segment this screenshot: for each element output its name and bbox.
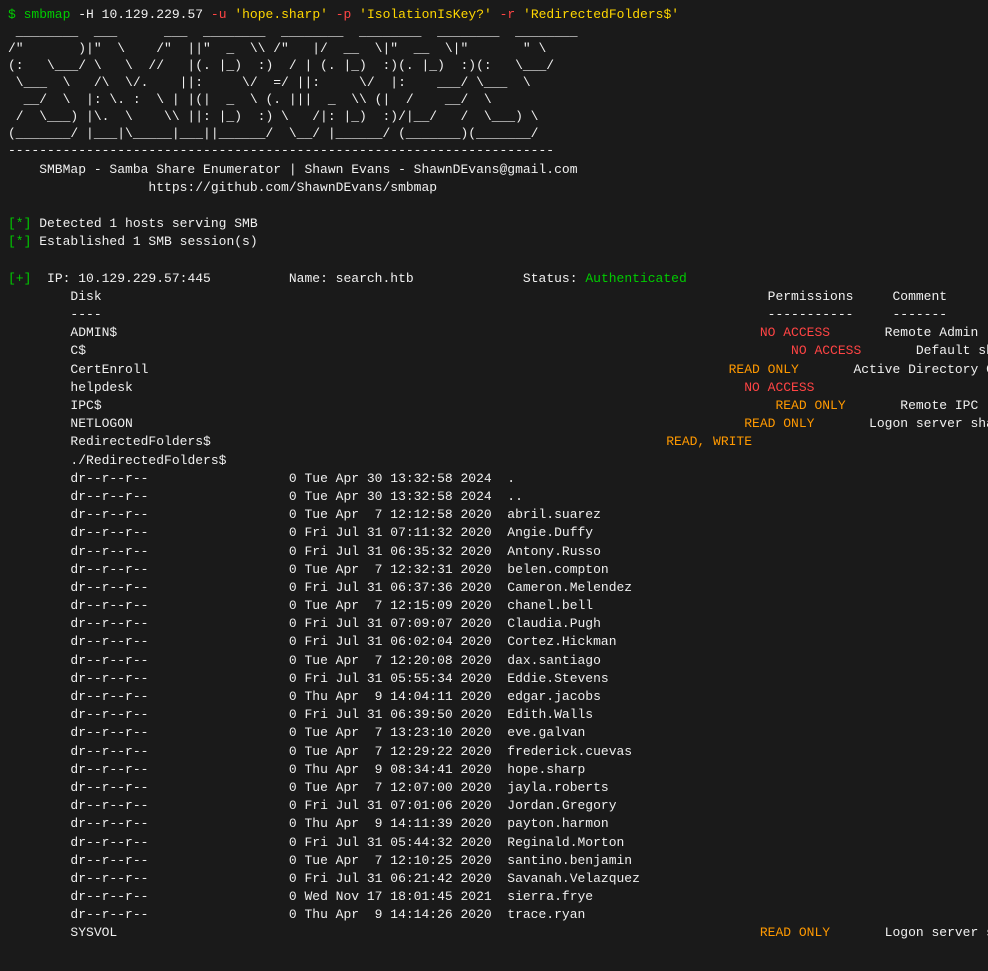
dir-entry-sierra: dr--r--r-- 0 Wed Nov 17 18:01:45 2021 si… bbox=[8, 888, 980, 906]
dir-entry-santino: dr--r--r-- 0 Tue Apr 7 12:10:25 2020 san… bbox=[8, 852, 980, 870]
dir-entry-jordan: dr--r--r-- 0 Fri Jul 31 07:01:06 2020 Jo… bbox=[8, 797, 980, 815]
share-certenroll: CertEnroll READ ONLY Active Directory Ce… bbox=[8, 361, 980, 379]
table-divider: ---- ----------- ------- bbox=[8, 306, 980, 324]
command-line: $ smbmap -H 10.129.229.57 -u 'hope.sharp… bbox=[8, 6, 980, 24]
share-netlogon: NETLOGON READ ONLY Logon server share bbox=[8, 415, 980, 433]
share-c: C$ NO ACCESS Default share bbox=[8, 342, 980, 360]
dir-entry-trace: dr--r--r-- 0 Thu Apr 9 14:14:26 2020 tra… bbox=[8, 906, 980, 924]
host-info-line: [+] IP: 10.129.229.57:445 Name: search.h… bbox=[8, 270, 980, 288]
credit-line-2: https://github.com/ShawnDEvans/smbmap bbox=[8, 179, 980, 197]
dir-entry-eve: dr--r--r-- 0 Tue Apr 7 13:23:10 2020 eve… bbox=[8, 724, 980, 742]
ascii-art-banner: ________ ___ ___ ________ ________ _____… bbox=[8, 24, 980, 142]
cmd-prompt: $ smbmap bbox=[8, 7, 70, 22]
detection-line-1: [*] Detected 1 hosts serving SMB bbox=[8, 215, 980, 233]
terminal: $ smbmap -H 10.129.229.57 -u 'hope.sharp… bbox=[0, 0, 988, 949]
dir-entry-dot: dr--r--r-- 0 Tue Apr 30 13:32:58 2024 . bbox=[8, 470, 980, 488]
dir-entry-claudia: dr--r--r-- 0 Fri Jul 31 07:09:07 2020 Cl… bbox=[8, 615, 980, 633]
share-helpdesk: helpdesk NO ACCESS bbox=[8, 379, 980, 397]
share-sysvol: SYSVOL READ ONLY Logon server share bbox=[8, 924, 980, 942]
share-admin: ADMIN$ NO ACCESS Remote Admin bbox=[8, 324, 980, 342]
dir-entry-reginald: dr--r--r-- 0 Fri Jul 31 05:44:32 2020 Re… bbox=[8, 834, 980, 852]
dir-entry-cameron: dr--r--r-- 0 Fri Jul 31 06:37:36 2020 Ca… bbox=[8, 579, 980, 597]
dir-entry-payton: dr--r--r-- 0 Thu Apr 9 14:11:39 2020 pay… bbox=[8, 815, 980, 833]
dir-entry-belen: dr--r--r-- 0 Tue Apr 7 12:32:31 2020 bel… bbox=[8, 561, 980, 579]
share-ipc: IPC$ READ ONLY Remote IPC bbox=[8, 397, 980, 415]
dir-entry-chanel: dr--r--r-- 0 Tue Apr 7 12:15:09 2020 cha… bbox=[8, 597, 980, 615]
divider-line: ----------------------------------------… bbox=[8, 142, 980, 160]
dir-entry-edgar: dr--r--r-- 0 Thu Apr 9 14:04:11 2020 edg… bbox=[8, 688, 980, 706]
dir-entry-frederick: dr--r--r-- 0 Tue Apr 7 12:29:22 2020 fre… bbox=[8, 743, 980, 761]
status-authenticated: Authenticated bbox=[585, 271, 686, 286]
share-redirectedfolders-listing: ./RedirectedFolders$ bbox=[8, 452, 980, 470]
share-redirectedfolders: RedirectedFolders$ READ, WRITE bbox=[8, 433, 980, 451]
dir-entry-jayla: dr--r--r-- 0 Tue Apr 7 12:07:00 2020 jay… bbox=[8, 779, 980, 797]
dir-entry-dotdot: dr--r--r-- 0 Tue Apr 30 13:32:58 2024 .. bbox=[8, 488, 980, 506]
dir-entry-dax: dr--r--r-- 0 Tue Apr 7 12:20:08 2020 dax… bbox=[8, 652, 980, 670]
credit-line-1: SMBMap - Samba Share Enumerator | Shawn … bbox=[8, 161, 980, 179]
dir-entry-savanah: dr--r--r-- 0 Fri Jul 31 06:21:42 2020 Sa… bbox=[8, 870, 980, 888]
dir-entry-cortez: dr--r--r-- 0 Fri Jul 31 06:02:04 2020 Co… bbox=[8, 633, 980, 651]
table-header: Disk Permissions Comment bbox=[8, 288, 980, 306]
dir-entry-edith: dr--r--r-- 0 Fri Jul 31 06:39:50 2020 Ed… bbox=[8, 706, 980, 724]
dir-entry-abril: dr--r--r-- 0 Tue Apr 7 12:12:58 2020 abr… bbox=[8, 506, 980, 524]
dir-entry-antony: dr--r--r-- 0 Fri Jul 31 06:35:32 2020 An… bbox=[8, 543, 980, 561]
dir-entry-hope: dr--r--r-- 0 Thu Apr 9 08:34:41 2020 hop… bbox=[8, 761, 980, 779]
detection-line-2: [*] Established 1 SMB session(s) bbox=[8, 233, 980, 251]
dir-entry-angie: dr--r--r-- 0 Fri Jul 31 07:11:32 2020 An… bbox=[8, 524, 980, 542]
dir-entry-eddie: dr--r--r-- 0 Fri Jul 31 05:55:34 2020 Ed… bbox=[8, 670, 980, 688]
